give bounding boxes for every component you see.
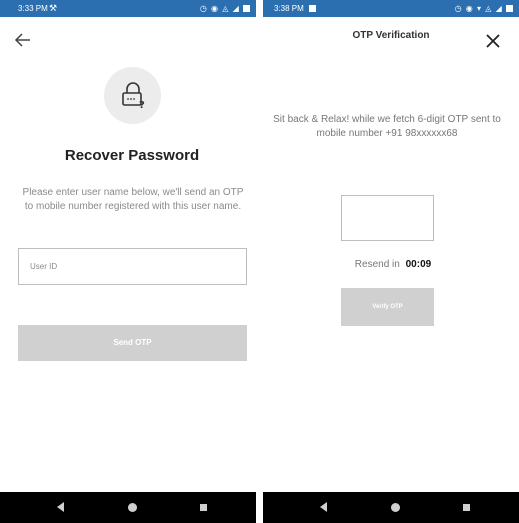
resend-timer: 00:09 — [405, 259, 432, 270]
header-title: OTP Verification — [352, 30, 430, 41]
resend-label: Resend in — [354, 259, 400, 270]
status-bar: 3:33 PM ⚒ ◷ ◉ ◬ ◢ — [0, 0, 256, 17]
notification-icon — [309, 0, 316, 17]
svg-text:?: ? — [139, 100, 145, 109]
close-icon[interactable] — [485, 33, 501, 49]
status-bar: 3:38 PM ◷ ◉ ▾ ◬ ◢ — [263, 0, 519, 17]
resend-countdown: Resend in 00:09 — [323, 259, 463, 270]
recover-password-screen: 3:33 PM ⚒ ◷ ◉ ◬ ◢ ? Recover Password Ple… — [0, 0, 256, 523]
status-time: 3:38 PM — [274, 4, 304, 13]
verify-otp-button[interactable]: Verify OTP — [341, 288, 434, 326]
send-otp-button[interactable]: Send OTP — [18, 325, 247, 361]
nav-recents-icon[interactable] — [463, 504, 470, 511]
status-icons: ◷ ◉ ▾ ◬ ◢ — [455, 0, 513, 17]
lock-question-icon: ? — [122, 82, 145, 109]
otp-message: Sit back & Relax! while we fetch 6-digit… — [273, 114, 501, 139]
notification-icon: ⚒ — [49, 3, 58, 13]
otp-input[interactable] — [341, 195, 434, 241]
system-nav-bar — [0, 492, 256, 523]
nav-back-icon[interactable] — [320, 502, 327, 512]
back-arrow-icon[interactable] — [13, 30, 33, 50]
lock-icon-badge: ? — [104, 67, 161, 124]
nav-home-icon[interactable] — [391, 503, 400, 512]
otp-verification-screen: 3:38 PM ◷ ◉ ▾ ◬ ◢ OTP Verification Sit b… — [263, 0, 519, 523]
status-icons: ◷ ◉ ◬ ◢ — [200, 0, 250, 17]
nav-back-icon[interactable] — [57, 502, 64, 512]
nav-recents-icon[interactable] — [200, 504, 207, 511]
system-nav-bar — [263, 492, 519, 523]
instruction-text: Please enter user name below, we'll send… — [22, 187, 244, 212]
user-id-input[interactable] — [18, 248, 247, 285]
nav-home-icon[interactable] — [128, 503, 137, 512]
screen-divider — [256, 0, 263, 523]
status-time: 3:33 PM — [18, 4, 48, 13]
page-title: Recover Password — [64, 147, 200, 164]
